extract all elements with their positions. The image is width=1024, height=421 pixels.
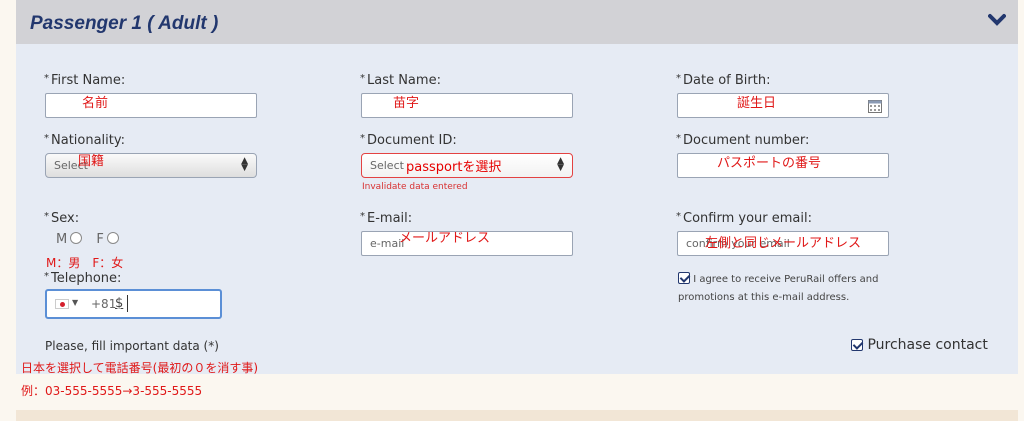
telephone-label: * Telephone: [44,271,122,286]
radio-button-icon[interactable] [106,232,119,244]
email-label: * E-mail: [360,211,413,226]
annotation-document-id: passportを選択 [406,160,502,175]
sex-option-m[interactable]: M [56,232,83,247]
consent-text-2: promotions at this e-mail address. [678,292,850,303]
flag-japan-icon[interactable] [55,299,69,309]
offers-consent[interactable]: I agree to receive PeruRail offers and p… [678,271,878,307]
nationality-label: * Nationality: [44,133,126,148]
annotation-confirm-email: 左側と同じメールアドレス [705,236,862,251]
purchase-contact-label: Purchase contact [867,337,988,353]
radio-button-icon[interactable] [70,232,83,244]
annotation-dob: 誕生日 [737,96,777,111]
calendar-icon[interactable] [868,100,882,113]
annotation-last-name: 苗字 [393,96,420,111]
sex-option-f[interactable]: F [96,232,119,247]
chevron-down-icon[interactable] [988,13,1006,27]
sex-radio-group: M F [56,232,119,247]
checkbox-checked-icon[interactable] [678,272,690,284]
passenger-title: Passenger 1 ( Adult ) [30,13,219,34]
caret-down-icon[interactable]: ▼ [72,298,78,307]
annotation-document-number: パスポートの番号 [717,156,822,171]
purchase-contact[interactable]: Purchase contact [851,337,988,353]
consent-text-1: I agree to receive PeruRail offers and [693,274,879,285]
checkbox-checked-icon[interactable] [851,339,863,351]
document-id-label: * Document ID: [360,133,457,148]
document-id-error: Invalidate data entered [362,182,468,192]
dob-input[interactable] [677,93,889,118]
annotation-phone-1: 日本を選択して電話番号(最初の０を消す事) [21,361,259,375]
confirm-email-label: * Confirm your email: [676,211,812,226]
first-name-input[interactable] [45,93,257,118]
document-id-selected: Select [370,159,404,172]
annotation-sex: M：男 F：女 [46,256,124,270]
sex-label: * Sex: [44,211,80,226]
document-number-label: * Document number: [676,133,810,148]
country-code: +81 [91,297,117,311]
text-cursor [127,295,128,312]
first-name-label: * First Name: [44,73,126,88]
annotation-email: メールアドレス [399,231,491,246]
last-name-label: * Last Name: [360,73,441,88]
annotation-first-name: 名前 [82,96,109,111]
bottom-strip [16,410,1018,421]
updown-arrow-icon: ▲ ▼ [557,156,564,173]
telephone-value: $ [115,296,124,311]
passenger-panel: Passenger 1 ( Adult ) * First Name: * Last… [16,0,1018,374]
updown-arrow-icon: ▲ ▼ [241,156,248,173]
required-notice: Please, fill important data (*) [45,339,219,353]
passenger-header[interactable]: Passenger 1 ( Adult ) [16,0,1018,44]
annotation-phone-2: 例：03-555-5555→3-555-5555 [21,384,203,398]
dob-label: * Date of Birth: [676,73,771,88]
nationality-select[interactable]: Select ▲ ▼ [45,153,257,178]
telephone-input[interactable]: ▼ +81 $ [45,289,222,319]
annotation-nationality: 国籍 [78,154,105,169]
